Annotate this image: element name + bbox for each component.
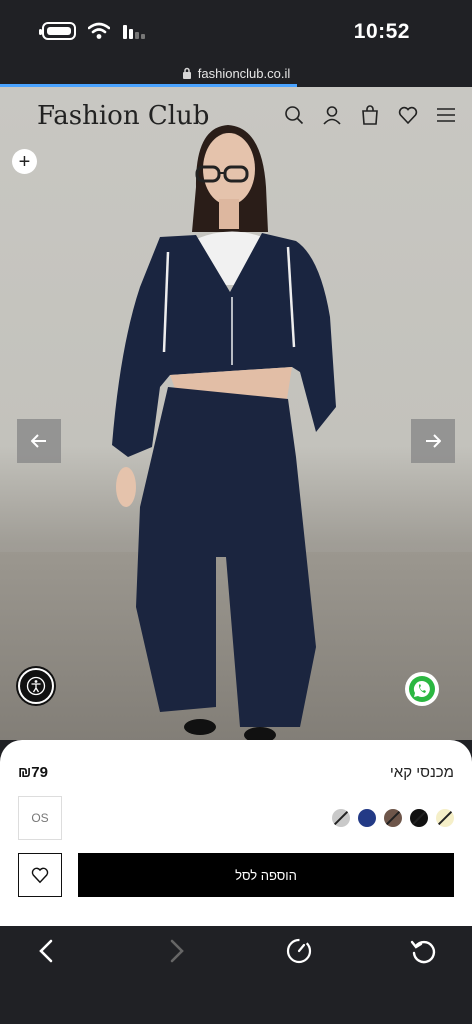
lock-icon — [182, 67, 191, 79]
whatsapp-icon[interactable] — [405, 672, 439, 706]
menu-icon[interactable] — [436, 105, 456, 125]
color-swatch[interactable] — [332, 809, 350, 827]
accessibility-icon[interactable] — [18, 668, 54, 704]
color-swatch[interactable] — [384, 809, 402, 827]
arrow-right-icon[interactable] — [411, 419, 455, 463]
battery-icon — [39, 22, 76, 40]
search-icon[interactable] — [284, 105, 304, 125]
color-swatch[interactable] — [436, 809, 454, 827]
clock: 10:52 — [353, 20, 410, 43]
product-image-carousel[interactable]: Fashion Club + — [0, 87, 472, 740]
status-icons — [39, 22, 148, 40]
add-to-cart-button[interactable]: הוספה לסל — [78, 853, 454, 897]
address-bar[interactable]: fashionclub.co.il — [0, 60, 472, 86]
wifi-icon — [88, 22, 110, 39]
url-text: fashionclub.co.il — [197, 65, 291, 81]
product-photo — [112, 125, 336, 740]
tabs-icon[interactable] — [284, 936, 314, 966]
product-name: מכנסי קאי — [389, 764, 454, 781]
heart-icon — [31, 867, 49, 884]
signal-icon — [123, 25, 145, 39]
plus-icon[interactable]: + — [12, 149, 37, 174]
product-price: ₪79 — [18, 764, 48, 781]
color-swatch[interactable] — [410, 809, 428, 827]
site-logo[interactable]: Fashion Club — [37, 101, 209, 131]
arrow-left-icon[interactable] — [17, 419, 61, 463]
wishlist-button[interactable] — [18, 853, 62, 897]
reload-icon[interactable] — [408, 936, 438, 966]
header-actions — [284, 105, 456, 125]
size-option[interactable]: OS — [18, 796, 62, 840]
status-bar: 10:52 — [0, 0, 472, 60]
color-swatches — [332, 809, 454, 827]
user-icon[interactable] — [322, 105, 342, 125]
bag-icon[interactable] — [360, 105, 380, 125]
browser-toolbar — [0, 926, 472, 1024]
color-swatch[interactable] — [358, 809, 376, 827]
product-sheet: ₪79 מכנסי קאי OS הוספה לסל — [0, 740, 472, 926]
heart-icon[interactable] — [398, 105, 418, 125]
back-icon[interactable] — [33, 936, 63, 966]
forward-icon[interactable] — [160, 936, 190, 966]
